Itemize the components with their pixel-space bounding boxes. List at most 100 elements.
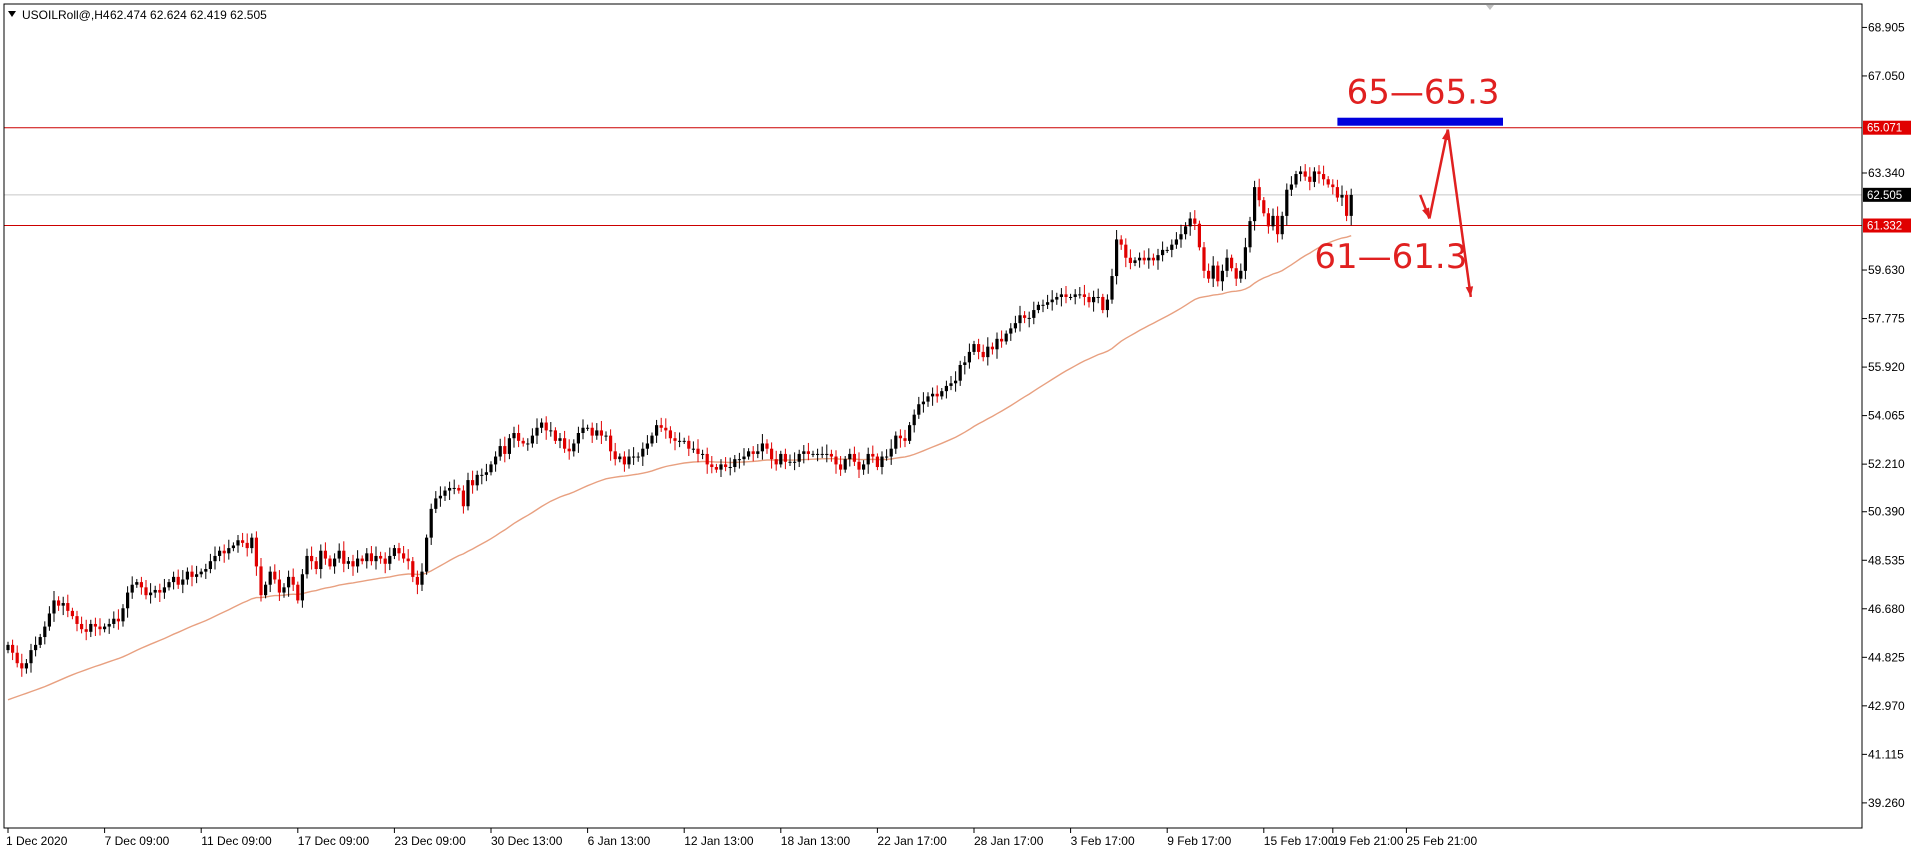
candle-body [954,380,958,384]
candle-body [972,344,976,352]
candle-body [34,644,38,651]
candle-body [567,448,571,452]
candle-body [1110,276,1114,300]
candle-body [1234,268,1238,279]
candle-body [195,574,199,577]
x-tick-label: 6 Jan 13:00 [588,834,651,848]
candle-body [29,650,33,664]
candle-body [498,446,502,457]
candle-body [452,487,456,489]
candle-body [494,456,498,465]
price-chart[interactable]: 65—65.3 61—61.3 68.905 67.050 63.340 59.630 5… [0,0,1920,854]
candle-body [1161,249,1165,256]
x-tick-label: 12 Jan 13:00 [684,834,754,848]
header-symbol: USOILRoll@,H4 [22,8,110,22]
candle-body [1050,299,1054,303]
candle-body [1036,304,1040,311]
candle-body [1202,247,1206,271]
x-tick-label: 30 Dec 13:00 [491,834,563,848]
x-tick-label: 15 Feb 17:00 [1264,834,1335,848]
candle-body [931,393,935,397]
candle-body [20,663,24,669]
candle-body [1105,299,1109,311]
candle-body [365,553,369,562]
candle-body [650,435,654,444]
x-tick-label: 1 Dec 2020 [6,834,68,848]
candle-body [990,346,994,350]
candle-body [599,430,603,436]
candle-body [52,600,56,614]
candle-body [61,603,65,606]
candle-body [333,558,337,567]
candle-body [737,459,741,461]
candle-body [346,561,350,564]
candle-body [259,566,263,596]
candle-body [1170,244,1174,250]
candle-body [802,451,806,454]
candle-body [425,537,429,572]
candle-body [1193,218,1197,224]
candle-body [517,433,521,441]
candle-body [783,453,787,462]
candle-body [549,430,553,432]
candle-body [940,391,944,397]
candle-body [185,571,189,580]
candle-body [1225,257,1229,271]
candle-body [75,616,79,624]
candle-body [43,626,47,638]
candle-body [47,613,51,627]
candle-body [981,351,985,358]
candle-body [540,422,544,428]
candle-body [908,425,912,441]
candle-body [1128,257,1132,263]
candle-body [857,461,861,470]
candle-body [1211,265,1215,279]
candle-body [544,422,548,431]
y-tick-label: 42.970 [1868,699,1905,713]
candle-body [1115,239,1119,277]
candle-body [1064,294,1068,297]
candle-body [397,548,401,554]
candle-body [1101,296,1105,311]
candle-body [710,464,714,468]
x-tick-label: 7 Dec 09:00 [105,834,170,848]
price-tag-label-2: 61.332 [1867,221,1902,233]
candle-body [1266,213,1270,227]
candle-body [236,540,240,546]
candle-body [139,582,143,588]
candle-body [1308,176,1312,182]
candle-body [1239,270,1243,279]
candle-body [1312,171,1316,182]
candle-body [958,364,962,381]
candle-body [889,448,893,457]
candle-body [793,461,797,463]
candle-body [218,550,222,556]
candle-body [728,467,732,469]
candle-body [1009,328,1013,334]
candle-body [383,558,387,564]
candle-body [57,600,61,606]
candle-body [448,487,452,491]
candle-body [282,587,286,593]
candle-body [935,393,939,397]
candle-body [227,548,231,554]
candle-body [1303,171,1307,177]
candle-body [595,430,599,436]
y-tick-label: 39.260 [1868,796,1905,810]
y-tick-label: 52.210 [1868,457,1905,471]
candle-body [480,474,484,476]
candle-body [641,448,645,457]
candle-body [457,487,461,491]
candle-body [963,362,967,365]
candle-body [342,550,346,564]
candle-body [305,555,309,575]
candle-body [1230,257,1234,269]
candle-body [199,571,203,575]
candle-body [521,440,525,444]
candle-body [1289,184,1293,190]
candle-body [6,644,10,651]
candle-body [438,495,442,499]
candle-body [208,561,212,570]
candle-body [553,430,557,441]
candle-body [149,592,153,596]
